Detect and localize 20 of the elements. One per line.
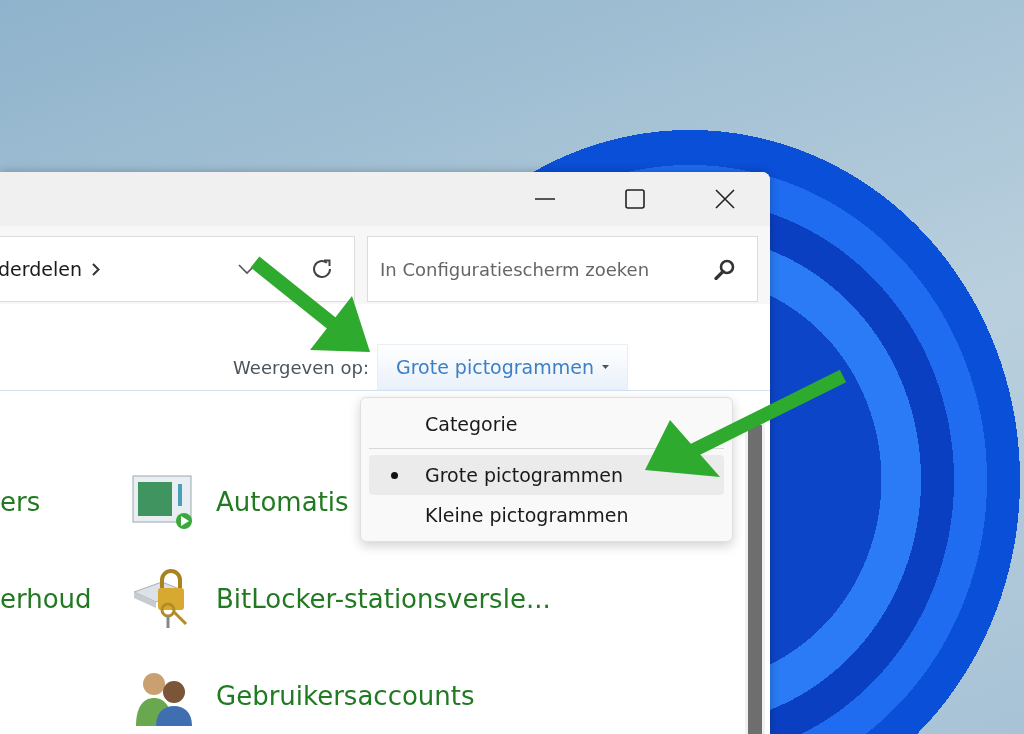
view-by-dropdown[interactable]: Grote pictogrammen bbox=[376, 344, 628, 390]
chevron-right-icon bbox=[92, 262, 100, 276]
maximize-icon bbox=[625, 189, 645, 209]
view-by-label: Weergeven op: bbox=[233, 356, 369, 378]
caret-icon bbox=[602, 365, 609, 369]
item-label[interactable]: ers bbox=[0, 486, 132, 517]
item-label[interactable]: BitLocker-stationsversle... bbox=[216, 583, 551, 614]
bullet-icon bbox=[391, 472, 398, 479]
item-label[interactable]: erhoud bbox=[0, 583, 132, 614]
search-icon bbox=[714, 258, 736, 280]
autoplay-icon bbox=[132, 473, 194, 530]
menu-item[interactable]: Kleine pictogrammen bbox=[369, 495, 724, 535]
minimize-icon bbox=[535, 198, 555, 200]
refresh-icon[interactable] bbox=[310, 257, 334, 281]
close-icon bbox=[715, 189, 735, 209]
item-label[interactable]: Automatis bbox=[216, 486, 349, 517]
menu-item[interactable]: Grote pictogrammen bbox=[369, 455, 724, 495]
item-label[interactable]: Gebruikersaccounts bbox=[216, 680, 475, 711]
menu-item[interactable]: Categorie bbox=[369, 404, 724, 444]
search-field[interactable]: In Configuratiescherm zoeken bbox=[367, 236, 758, 302]
